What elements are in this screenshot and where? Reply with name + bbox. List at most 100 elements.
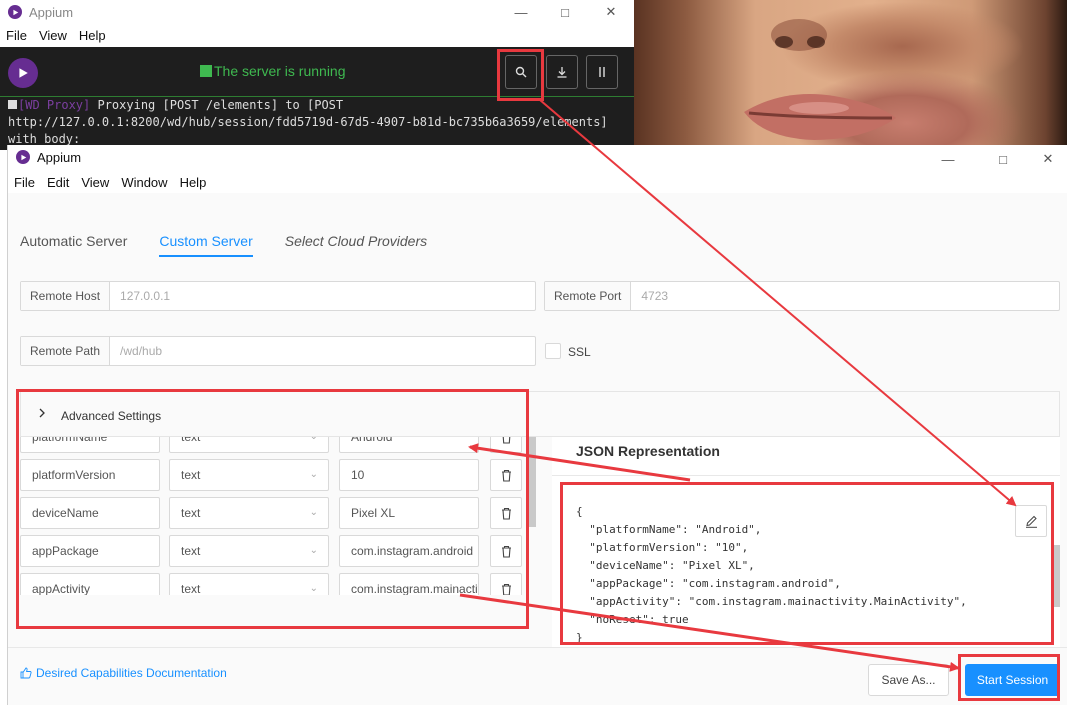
start-session-button[interactable]: Start Session: [965, 664, 1060, 696]
session-menubar: File Edit View Window Help: [8, 171, 1067, 193]
capabilities-scrollbar[interactable]: [528, 437, 536, 527]
delete-capability-button[interactable]: [490, 459, 522, 491]
delete-capability-button[interactable]: [490, 497, 522, 529]
capabilities-list: platformName text ⌄ Android platformVersi…: [20, 437, 530, 595]
save-as-button[interactable]: Save As...: [868, 664, 949, 696]
remote-path-field[interactable]: Remote Path /wd/hub: [20, 336, 536, 366]
menu-help[interactable]: Help: [180, 175, 207, 190]
menu-file[interactable]: File: [6, 28, 27, 43]
desired-capabilities-docs-link[interactable]: Desired Capabilities Documentation: [20, 666, 227, 680]
capability-type-select[interactable]: text ⌄: [169, 535, 329, 567]
divider: [552, 475, 1060, 476]
log-line: [WD Proxy] Proxying [POST /elements] to …: [8, 97, 626, 114]
delete-capability-button[interactable]: [490, 535, 522, 567]
thumbs-up-icon: [20, 667, 32, 679]
remote-host-field[interactable]: Remote Host 127.0.0.1: [20, 281, 536, 311]
delete-capability-button[interactable]: [490, 437, 522, 453]
edit-json-button[interactable]: [1015, 505, 1047, 537]
start-inspector-session-button[interactable]: [505, 55, 537, 89]
capability-type-value: text: [181, 468, 201, 482]
maximize-icon[interactable]: □: [542, 0, 588, 24]
capability-type-select[interactable]: text ⌄: [169, 497, 329, 529]
capability-type-value: text: [181, 544, 201, 558]
tab-cloud-providers[interactable]: Select Cloud Providers: [285, 233, 427, 257]
menu-help[interactable]: Help: [79, 28, 106, 43]
capability-value-input[interactable]: com.instagram.android: [339, 535, 479, 567]
capability-value-input[interactable]: com.instagram.mainactivity.MainActivity: [339, 573, 479, 595]
trash-icon: [501, 507, 511, 520]
capability-type-select[interactable]: text ⌄: [169, 573, 329, 595]
capability-type-value: text: [181, 506, 201, 520]
server-status-text: The server is running: [214, 63, 346, 79]
server-status-bar: The server is running: [0, 47, 634, 97]
remote-path-input[interactable]: /wd/hub: [110, 337, 162, 365]
pencil-icon: [1025, 515, 1037, 528]
capability-value-input[interactable]: 10: [339, 459, 479, 491]
delete-capability-button[interactable]: [490, 573, 522, 595]
pause-server-button[interactable]: [586, 55, 618, 89]
capability-type-value: text: [181, 437, 201, 444]
server-window-title: Appium: [29, 4, 74, 20]
capability-name-input[interactable]: appActivity: [20, 573, 160, 595]
session-window: Appium — □ ✕ File Edit View Window Help …: [7, 145, 1067, 705]
background-photo: [634, 0, 1067, 145]
menu-view[interactable]: View: [39, 28, 67, 43]
appium-logo-icon: [16, 150, 30, 164]
server-status: The server is running: [200, 63, 346, 79]
capability-name-input[interactable]: platformVersion: [20, 459, 160, 491]
tab-custom-server[interactable]: Custom Server: [159, 233, 253, 257]
appium-logo-icon: [8, 5, 22, 19]
advanced-settings-panel[interactable]: [20, 391, 1060, 437]
remote-host-input[interactable]: 127.0.0.1: [110, 282, 170, 310]
chevron-right-icon[interactable]: [38, 407, 46, 421]
menu-window[interactable]: Window: [121, 175, 167, 190]
docs-link-text[interactable]: Desired Capabilities Documentation: [36, 666, 227, 680]
json-representation-title: JSON Representation: [576, 443, 720, 459]
log-line: http://127.0.0.1:8200/wd/hub/session/fdd…: [8, 115, 608, 129]
advanced-settings-label[interactable]: Advanced Settings: [61, 409, 161, 423]
trash-icon: [501, 583, 511, 595]
capability-type-select[interactable]: text ⌄: [169, 459, 329, 491]
menu-view[interactable]: View: [81, 175, 109, 190]
remote-port-input[interactable]: 4723: [631, 282, 668, 310]
close-icon[interactable]: ✕: [588, 0, 634, 24]
remote-port-label: Remote Port: [545, 282, 632, 310]
json-scrollbar[interactable]: [1054, 545, 1060, 607]
capability-name-input[interactable]: appPackage: [20, 535, 160, 567]
server-log: [WD Proxy] Proxying [POST /elements] to …: [0, 97, 634, 150]
log-tag: [WD Proxy]: [18, 98, 91, 112]
trash-icon: [501, 469, 511, 482]
tab-automatic-server[interactable]: Automatic Server: [20, 233, 127, 257]
pause-icon: [599, 67, 605, 77]
divider: [8, 647, 1067, 648]
minimize-icon[interactable]: —: [498, 0, 544, 24]
capability-name-input[interactable]: deviceName: [20, 497, 160, 529]
log-text: Proxying [POST /elements] to [POST: [90, 98, 344, 112]
ssl-checkbox[interactable]: [545, 343, 561, 359]
remote-host-label: Remote Host: [21, 282, 111, 310]
capability-type-select[interactable]: text ⌄: [169, 437, 329, 453]
appium-logo-icon: [8, 58, 38, 88]
chevron-down-icon: ⌄: [310, 437, 318, 442]
trash-icon: [501, 545, 511, 558]
session-window-title: Appium: [37, 149, 82, 165]
save-logs-button[interactable]: [546, 55, 578, 89]
server-menubar: File View Help: [0, 24, 634, 46]
json-code: { "platformName": "Android", "platformVe…: [576, 505, 967, 644]
server-tabs: Automatic Server Custom Server Select Cl…: [20, 233, 459, 257]
capability-value-input[interactable]: Android: [339, 437, 479, 453]
menu-edit[interactable]: Edit: [47, 175, 69, 190]
maximize-icon[interactable]: □: [980, 147, 1026, 171]
capability-name-input[interactable]: platformName: [20, 437, 160, 453]
menu-file[interactable]: File: [14, 175, 35, 190]
search-icon: [515, 66, 527, 78]
chevron-down-icon: ⌄: [309, 507, 318, 518]
trash-icon: [502, 437, 510, 444]
minimize-icon[interactable]: —: [925, 147, 971, 171]
download-icon: [557, 67, 567, 78]
chevron-down-icon: ⌄: [309, 545, 318, 556]
capability-value-input[interactable]: Pixel XL: [339, 497, 479, 529]
close-icon[interactable]: ✕: [1025, 147, 1067, 171]
capability-type-value: text: [181, 582, 201, 595]
remote-port-field[interactable]: Remote Port 4723: [544, 281, 1060, 311]
